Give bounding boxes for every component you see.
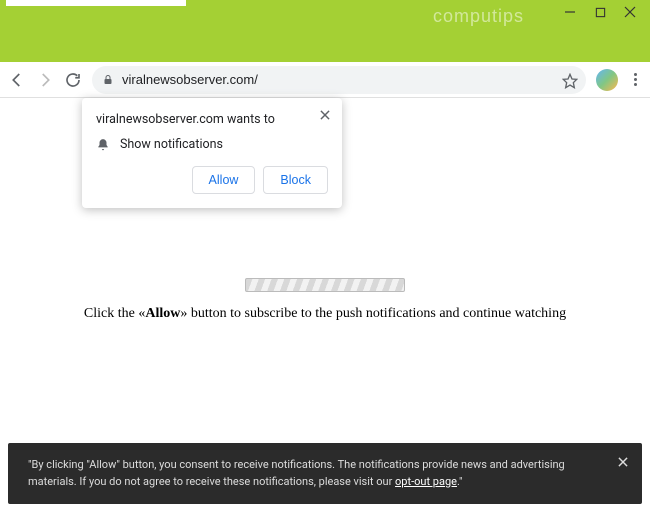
address-bar[interactable]: [92, 66, 586, 94]
url-input[interactable]: [122, 72, 554, 87]
close-window-icon[interactable]: [624, 6, 636, 18]
close-icon[interactable]: [616, 455, 630, 469]
consent-text-post: .": [457, 475, 463, 488]
opt-out-link[interactable]: opt-out page: [395, 475, 457, 488]
forward-button[interactable]: [36, 71, 54, 89]
star-icon[interactable]: [562, 73, 576, 87]
bell-icon: [96, 138, 110, 152]
page-content: viralnewsobserver.com wants to Show noti…: [0, 98, 650, 512]
reload-button[interactable]: [64, 71, 82, 89]
menu-button[interactable]: [628, 71, 642, 89]
instruction-bold: Allow: [145, 306, 180, 321]
toolbar: [0, 62, 650, 98]
browser-tab[interactable]: Notification: [6, 0, 186, 6]
back-button[interactable]: [8, 71, 26, 89]
block-button[interactable]: Block: [263, 166, 328, 194]
instruction-post: » button to subscribe to the push notifi…: [180, 306, 566, 321]
avatar[interactable]: [596, 69, 618, 91]
maximize-icon[interactable]: [594, 6, 606, 18]
watermark-text: computips: [433, 6, 524, 27]
lock-icon: [102, 74, 114, 86]
permission-action-text: Show notifications: [120, 137, 223, 152]
instruction-text: Click the «Allow» button to subscribe to…: [64, 306, 586, 322]
notification-permission-popup: viralnewsobserver.com wants to Show noti…: [82, 98, 342, 208]
progress-bar: [245, 278, 405, 292]
new-tab-button[interactable]: [194, 0, 218, 3]
consent-text-pre: "By clicking "Allow" button, you consent…: [28, 458, 565, 488]
minimize-icon[interactable]: [564, 6, 576, 18]
allow-button[interactable]: Allow: [192, 166, 256, 194]
close-icon[interactable]: [318, 108, 332, 122]
consent-banner: "By clicking "Allow" button, you consent…: [8, 443, 642, 504]
permission-origin-text: viralnewsobserver.com wants to: [96, 112, 328, 127]
instruction-pre: Click the «: [84, 306, 145, 321]
